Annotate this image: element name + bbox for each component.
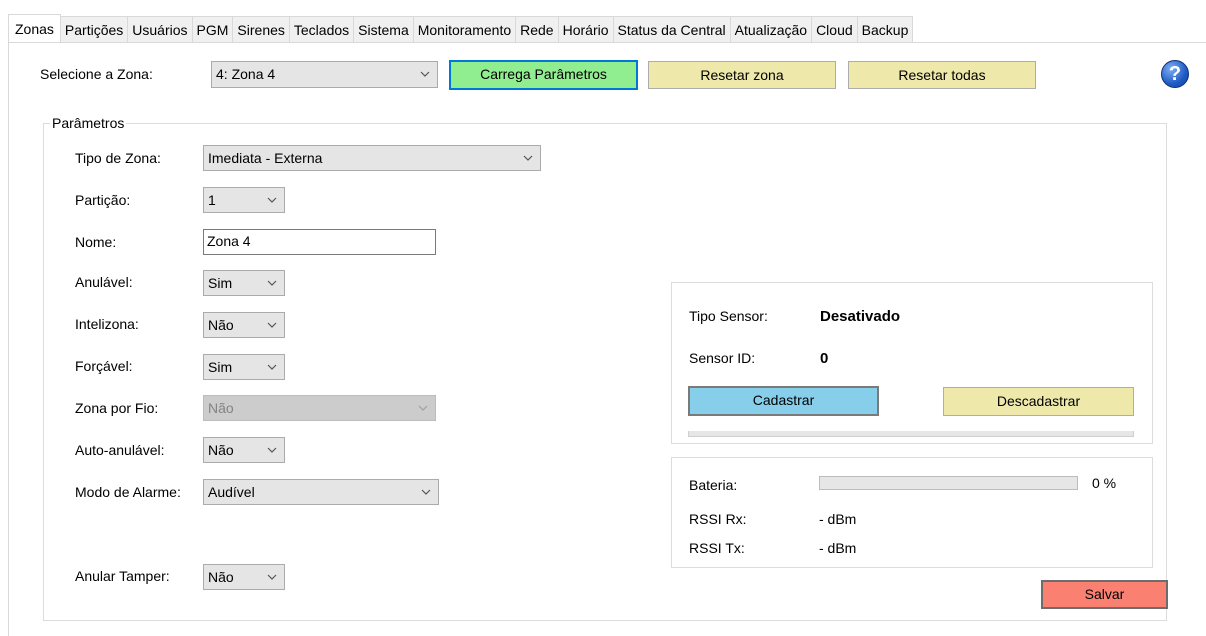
tab-bar: Zonas Partições Usuários PGM Sirenes Teclados…: [8, 14, 914, 42]
chevron-down-icon: [267, 447, 277, 453]
tab-zonas[interactable]: Zonas: [8, 14, 61, 42]
tab-atualizacao[interactable]: Atualização: [729, 16, 813, 42]
zone-type-label: Tipo de Zona:: [75, 150, 161, 166]
zone-select-value: 4: Zona 4: [216, 66, 276, 82]
tab-pgm[interactable]: PGM: [191, 16, 234, 42]
tab-particoes[interactable]: Partições: [59, 16, 129, 42]
bypassable-select[interactable]: Sim: [203, 270, 285, 296]
wired-zone-value: Não: [208, 400, 234, 416]
name-input[interactable]: Zona 4: [203, 229, 436, 255]
rssi-rx-label: RSSI Rx:: [689, 511, 747, 527]
battery-progress-bar: [819, 476, 1078, 490]
chevron-down-icon: [267, 322, 277, 328]
chevron-down-icon: [418, 405, 428, 411]
rssi-tx-value: - dBm: [819, 540, 857, 556]
alarm-mode-select[interactable]: Audível: [203, 479, 439, 505]
partition-value: 1: [208, 192, 216, 208]
sensor-id-value: 0: [820, 350, 829, 367]
intelizona-select[interactable]: Não: [203, 312, 285, 338]
zone-type-value: Imediata - Externa: [208, 150, 323, 166]
tab-sirenes[interactable]: Sirenes: [232, 16, 290, 42]
chevron-down-icon: [421, 489, 431, 495]
tab-cloud[interactable]: Cloud: [811, 16, 858, 42]
tab-sistema[interactable]: Sistema: [353, 16, 414, 42]
bypassable-value: Sim: [208, 275, 233, 291]
sensor-id-label: Sensor ID:: [689, 350, 756, 366]
battery-percent: 0 %: [1092, 475, 1117, 491]
tab-monitoramento[interactable]: Monitoramento: [412, 16, 517, 42]
chevron-down-icon: [420, 71, 430, 77]
alarm-mode-label: Modo de Alarme:: [75, 484, 181, 500]
partition-label: Partição:: [75, 192, 131, 208]
tab-status-da-central[interactable]: Status da Central: [612, 16, 731, 42]
chevron-down-icon: [267, 574, 277, 580]
intelizona-label: Intelizona:: [75, 316, 139, 332]
alarm-mode-value: Audível: [208, 484, 255, 500]
wired-zone-label: Zona por Fio:: [75, 400, 159, 416]
forceable-value: Sim: [208, 359, 233, 375]
rssi-tx-label: RSSI Tx:: [689, 540, 745, 556]
tab-horario[interactable]: Horário: [557, 16, 614, 42]
register-progress-bar: [688, 431, 1134, 437]
bypassable-label: Anulável:: [75, 274, 133, 290]
sensor-type-value: Desativado: [820, 308, 901, 325]
save-button[interactable]: Salvar: [1041, 580, 1168, 609]
chevron-down-icon: [523, 155, 533, 161]
forceable-label: Forçável:: [75, 358, 133, 374]
chevron-down-icon: [267, 280, 277, 286]
register-sensor-button[interactable]: Cadastrar: [688, 386, 879, 416]
load-parameters-button[interactable]: Carrega Parâmetros: [449, 60, 638, 90]
tab-teclados[interactable]: Teclados: [288, 16, 355, 42]
tab-backup[interactable]: Backup: [856, 16, 914, 42]
auto-bypass-label: Auto-anulável:: [75, 442, 165, 458]
chevron-down-icon: [267, 197, 277, 203]
bypass-tamper-value: Não: [208, 569, 234, 585]
unregister-sensor-button[interactable]: Descadastrar: [943, 387, 1134, 416]
parameters-legend: Parâmetros: [50, 115, 127, 131]
zone-select[interactable]: 4: Zona 4: [211, 61, 438, 88]
bypass-tamper-select[interactable]: Não: [203, 564, 285, 590]
bypass-tamper-label: Anular Tamper:: [75, 568, 170, 584]
rssi-rx-value: - dBm: [819, 511, 857, 527]
auto-bypass-value: Não: [208, 442, 234, 458]
zone-type-select[interactable]: Imediata - Externa: [203, 145, 541, 171]
wired-zone-select: Não: [203, 395, 436, 421]
battery-label: Bateria:: [689, 477, 738, 493]
forceable-select[interactable]: Sim: [203, 354, 285, 380]
auto-bypass-select[interactable]: Não: [203, 437, 285, 463]
select-zone-label: Selecione a Zona:: [40, 66, 153, 82]
reset-zone-button[interactable]: Resetar zona: [648, 61, 836, 89]
tab-rede[interactable]: Rede: [515, 16, 559, 42]
name-label: Nome:: [75, 234, 117, 250]
intelizona-value: Não: [208, 317, 234, 333]
partition-select[interactable]: 1: [203, 187, 285, 213]
reset-all-button[interactable]: Resetar todas: [848, 61, 1036, 89]
sensor-type-label: Tipo Sensor:: [689, 308, 768, 324]
tab-usuarios[interactable]: Usuários: [127, 16, 193, 42]
chevron-down-icon: [267, 364, 277, 370]
help-icon[interactable]: ?: [1161, 60, 1189, 88]
